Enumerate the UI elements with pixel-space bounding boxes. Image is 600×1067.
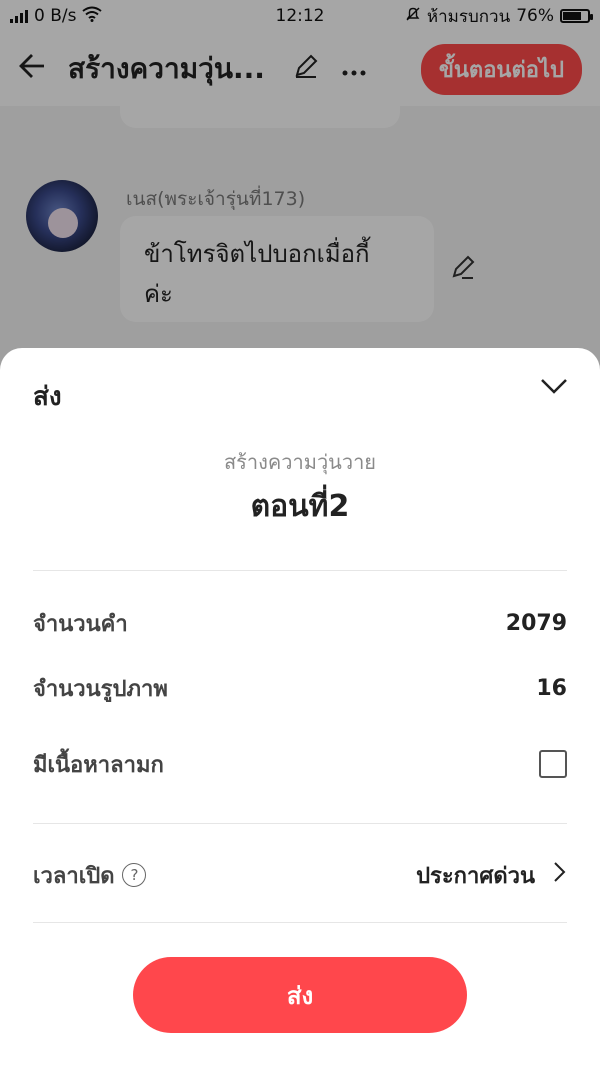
word-count-value: 2079 — [505, 610, 567, 636]
adult-content-label: มีเนื้อหาลามก — [33, 752, 164, 778]
word-count-row: จำนวนคำ 2079 — [33, 603, 567, 643]
sheet-title: ส่ง — [33, 382, 62, 412]
publish-time-label: เวลาเปิด — [33, 863, 115, 889]
image-count-row: จำนวนรูปภาพ 16 — [33, 668, 567, 708]
image-count-value: 16 — [536, 675, 567, 701]
help-icon[interactable]: ? — [122, 863, 147, 887]
image-count-label: จำนวนรูปภาพ — [33, 676, 168, 702]
publish-time-value: ประกาศด่วน — [416, 863, 535, 889]
send-bottom-sheet: ส่ง สร้างความวุ่นวาย ตอนที่2 จำนวนคำ 207… — [0, 348, 600, 1067]
chevron-down-icon[interactable] — [538, 370, 570, 402]
episode-title: ตอนที่2 — [250, 489, 350, 524]
word-count-label: จำนวนคำ — [33, 611, 128, 637]
divider — [33, 922, 567, 923]
divider — [33, 823, 567, 824]
adult-content-checkbox[interactable] — [539, 750, 567, 778]
adult-content-row: มีเนื้อหาลามก — [33, 744, 567, 784]
chevron-right-icon — [553, 860, 567, 890]
divider — [33, 570, 567, 571]
publish-time-row[interactable]: เวลาเปิด ? ประกาศด่วน — [33, 855, 567, 895]
send-button[interactable]: ส่ง — [133, 957, 467, 1033]
story-title: สร้างความวุ่นวาย — [223, 450, 377, 474]
